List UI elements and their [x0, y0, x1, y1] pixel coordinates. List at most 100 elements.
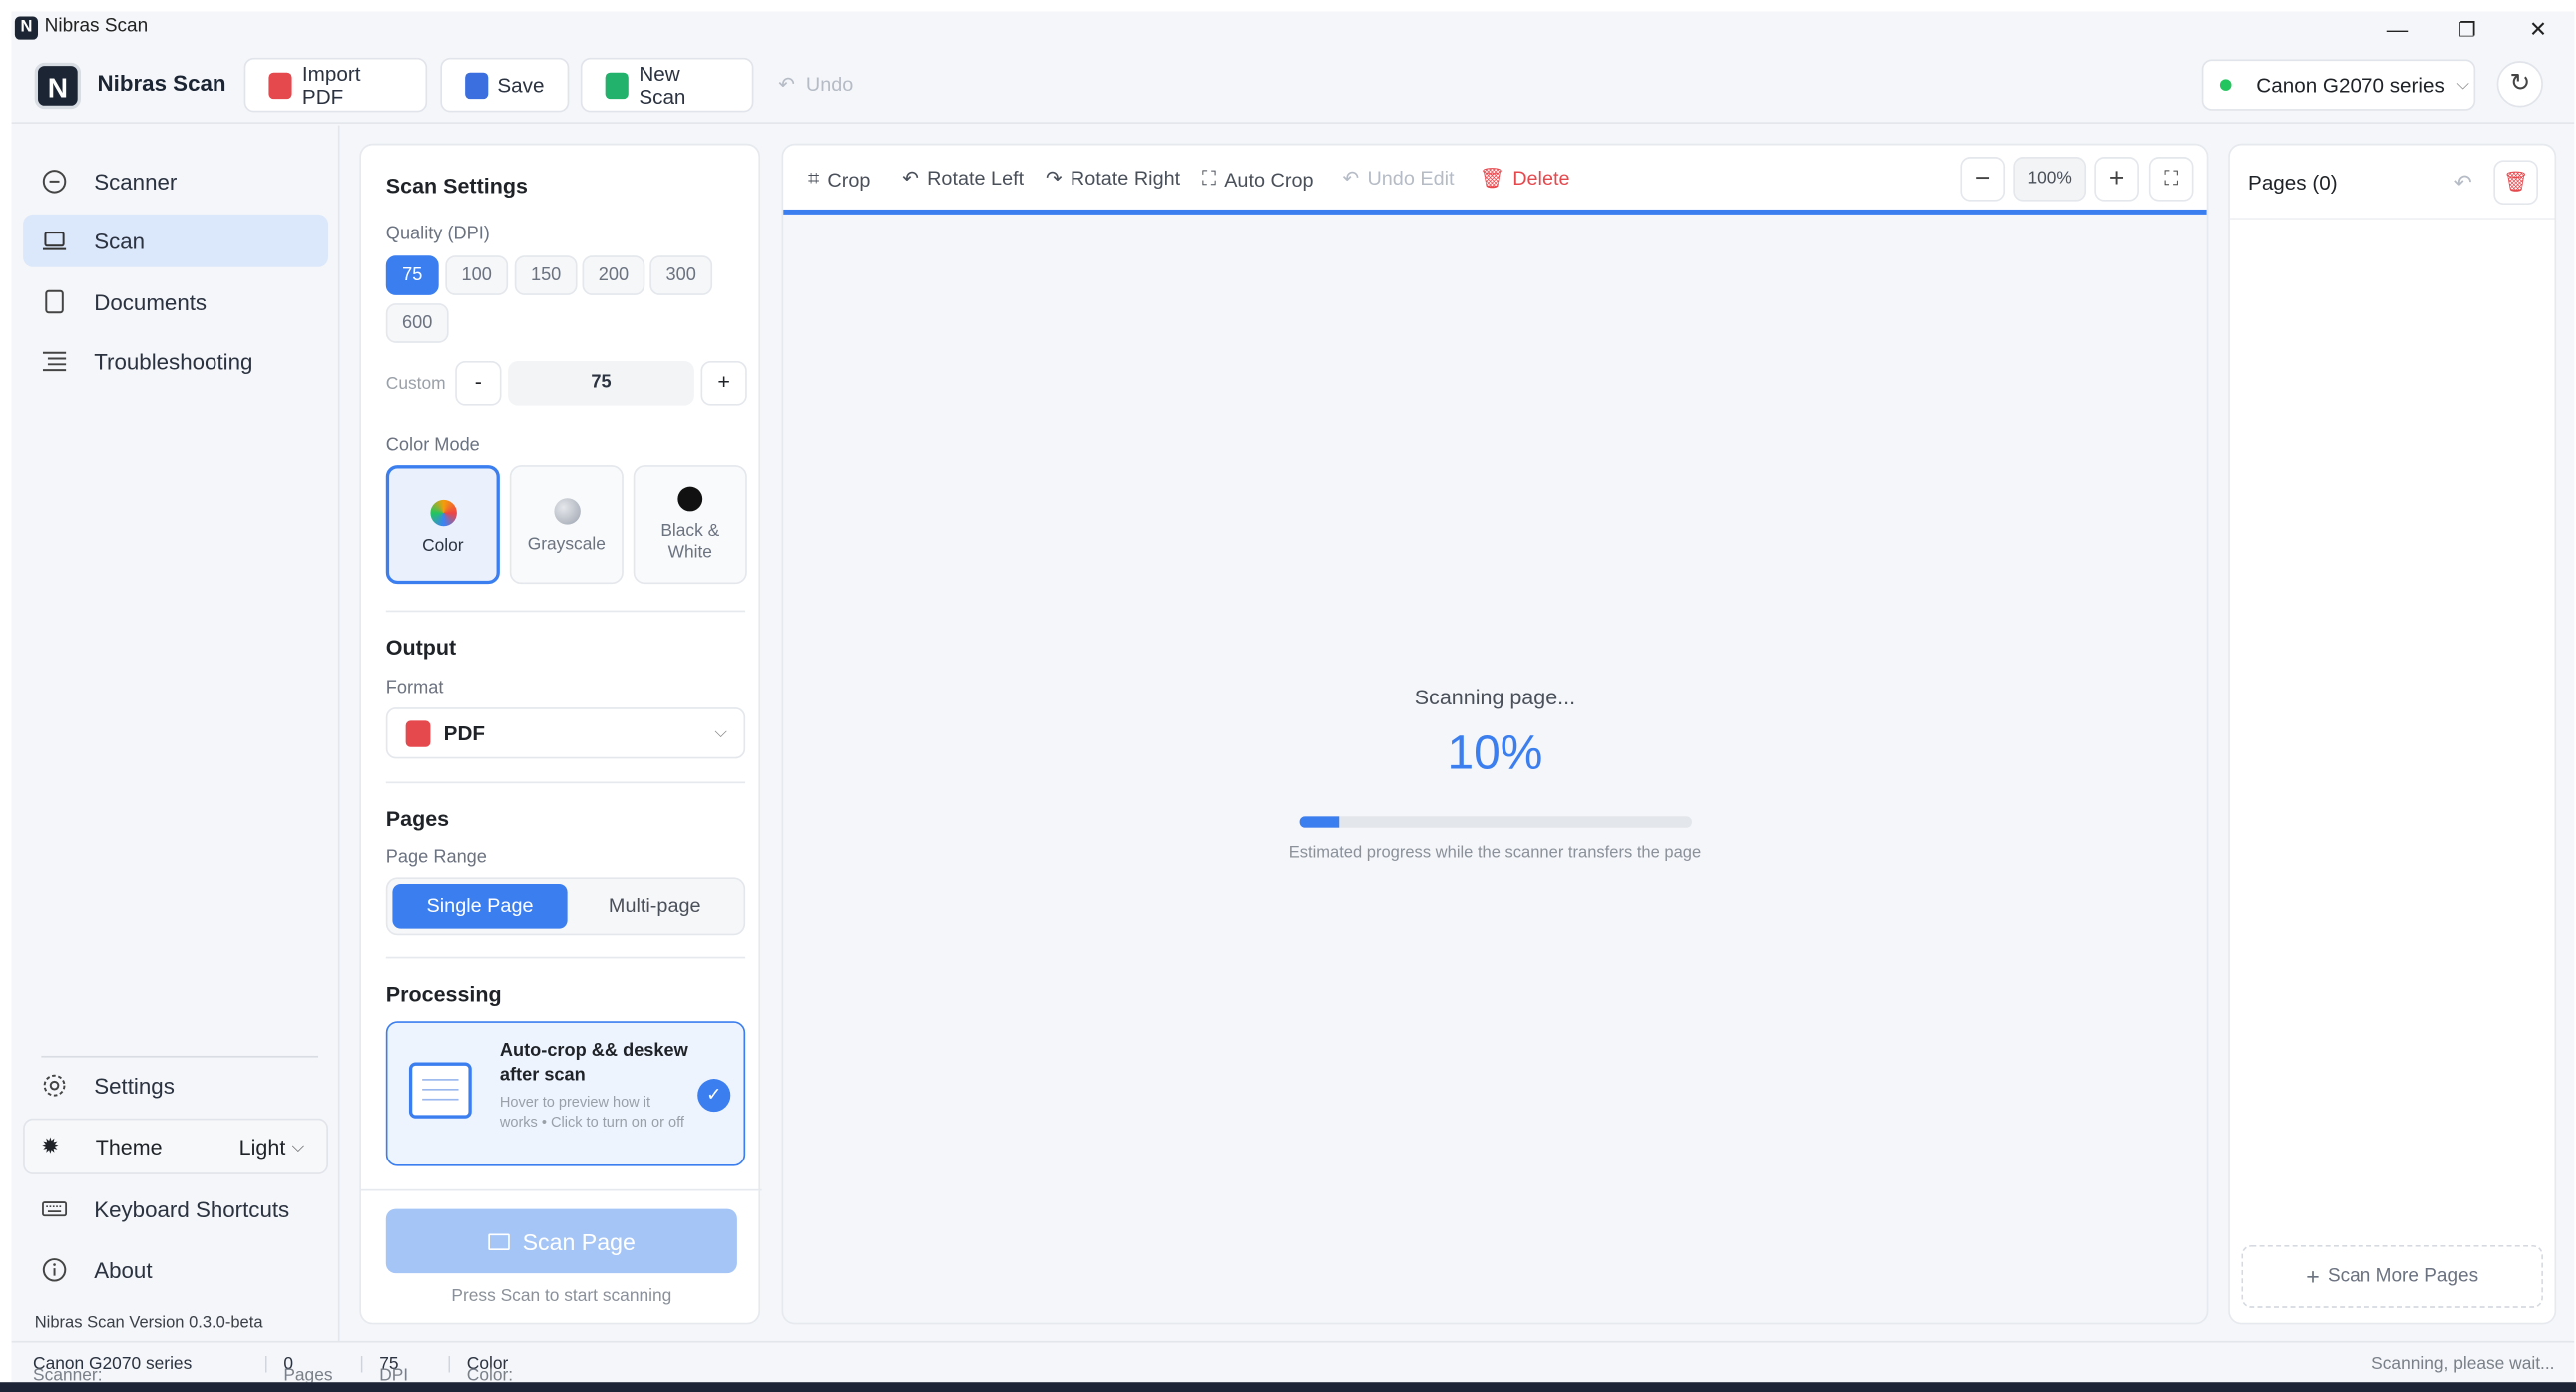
- new-scan-button[interactable]: New Scan: [580, 57, 754, 113]
- section-divider: [385, 956, 746, 959]
- grayscale-swatch-icon: [553, 498, 581, 525]
- status-pages-label: Pages: [283, 1365, 333, 1383]
- sidebar-item-scanner[interactable]: Scanner: [23, 155, 328, 208]
- sidebar-item-label: Scanner: [94, 169, 178, 195]
- delete-tool[interactable]: 🗑 Delete: [1480, 167, 1570, 190]
- custom-dpi-input[interactable]: 75: [508, 361, 694, 406]
- multi-page-option[interactable]: Multi-page: [568, 884, 742, 929]
- dpi-option-600[interactable]: 600: [385, 303, 449, 343]
- scan-hint: Press Scan to start scanning: [451, 1286, 672, 1307]
- page-range-toggle: Single Page Multi-page: [385, 877, 746, 936]
- refresh-button[interactable]: ↻: [2496, 61, 2543, 108]
- save-button[interactable]: Save: [440, 57, 570, 113]
- undo-page-button[interactable]: ↶: [2440, 160, 2485, 205]
- undo-icon: ↶: [1342, 166, 1360, 191]
- dpi-increment-button[interactable]: +: [700, 361, 747, 406]
- restore-button[interactable]: ❐: [2450, 15, 2483, 45]
- auto-crop-icon: ⛶: [1202, 166, 1216, 191]
- sidebar-item-label: Scan: [94, 228, 146, 253]
- rotate-right-icon: ↷: [1046, 166, 1063, 191]
- status-separator: |: [263, 1354, 268, 1374]
- crop-icon: ⌗: [807, 166, 820, 191]
- page-range-label: Page Range: [385, 847, 487, 868]
- close-button[interactable]: ✕: [2521, 15, 2554, 45]
- pages-panel: Pages (0) ↶ 🗑 + Scan More Pages: [2228, 143, 2557, 1325]
- zoom-in-button[interactable]: +: [2094, 157, 2139, 202]
- sidebar-item-label: Keyboard Shortcuts: [94, 1196, 290, 1222]
- zoom-level[interactable]: 100%: [2013, 157, 2087, 202]
- delete-label: Delete: [1512, 166, 1570, 191]
- color-mode-black-white[interactable]: Black & White: [633, 465, 747, 585]
- scanner-status-dot: [2219, 79, 2232, 91]
- crop-tool[interactable]: ⌗ Crop: [808, 167, 870, 192]
- status-state: Scanning, please wait...: [2371, 1354, 2555, 1374]
- processing-title: Processing: [385, 981, 502, 1007]
- minus-icon: −: [1975, 165, 1991, 194]
- undo-button[interactable]: ↶ Undo: [778, 73, 853, 96]
- dpi-decrement-button[interactable]: -: [455, 361, 502, 406]
- section-divider: [385, 781, 746, 784]
- single-page-option[interactable]: Single Page: [392, 884, 568, 929]
- import-pdf-button[interactable]: Import PDF: [243, 57, 428, 113]
- toolbar: N Nibras Scan Import PDF Save New Scan ↶…: [11, 47, 2575, 124]
- sidebar-item-label: About: [94, 1257, 153, 1283]
- pages-divider: [2229, 218, 2555, 220]
- pages-title: Pages: [385, 806, 450, 832]
- trash-icon: 🗑: [1479, 166, 1504, 191]
- zoom-out-button[interactable]: −: [1960, 157, 2006, 202]
- app-icon: N: [14, 16, 39, 40]
- sidebar-item-about[interactable]: About: [23, 1243, 328, 1296]
- sidebar-item-documents[interactable]: Documents: [23, 275, 328, 328]
- format-select[interactable]: PDF ⌵: [385, 707, 746, 759]
- color-mode-label-text: Grayscale: [527, 534, 606, 555]
- gear-icon: [43, 1074, 66, 1097]
- rotate-right-tool[interactable]: ↷ Rotate Right: [1046, 167, 1180, 190]
- chevron-down-icon: ⌵: [2456, 76, 2469, 95]
- delete-all-pages-button[interactable]: 🗑: [2493, 160, 2538, 205]
- undo-edit-tool[interactable]: ↶ Undo Edit: [1343, 167, 1455, 190]
- progress-bar-fill: [1299, 816, 1339, 828]
- status-color-label: Color:: [466, 1365, 514, 1383]
- status-pages: Pages 0: [283, 1354, 332, 1382]
- color-mode-grayscale[interactable]: Grayscale: [509, 465, 624, 585]
- rotate-left-tool[interactable]: ↶ Rotate Left: [902, 167, 1024, 190]
- refresh-icon: ↻: [2509, 69, 2531, 98]
- status-separator: |: [446, 1354, 452, 1374]
- save-label: Save: [497, 73, 545, 97]
- custom-dpi-label: Custom: [385, 374, 446, 395]
- scan-settings-title: Scan Settings: [385, 173, 528, 199]
- new-scan-label: New Scan: [639, 61, 686, 109]
- scan-settings-panel: Scan Settings Quality (DPI) 75 100 150 2…: [359, 143, 762, 1325]
- dpi-option-300[interactable]: 300: [649, 255, 713, 295]
- scanner-select[interactable]: Canon G2070 series ⌵: [2201, 59, 2476, 111]
- preview-panel: ⌗ Crop ↶ Rotate Left ↷ Rotate Right ⛶ Auto C…: [781, 143, 2209, 1325]
- sidebar-item-settings[interactable]: Settings: [23, 1059, 328, 1112]
- progress-percent: 10%: [1447, 726, 1543, 780]
- sidebar-item-label: Troubleshooting: [94, 348, 253, 374]
- autocrop-toggle-card[interactable]: Auto-crop && deskew after scan Hover to …: [385, 1021, 746, 1166]
- sidebar-item-label: Settings: [94, 1073, 175, 1099]
- minimize-button[interactable]: —: [2381, 15, 2414, 45]
- trash-icon: 🗑: [2503, 170, 2529, 194]
- theme-select[interactable]: ✹ Theme Light ⌵: [23, 1118, 328, 1174]
- output-title: Output: [385, 635, 457, 661]
- dpi-option-200[interactable]: 200: [582, 255, 645, 295]
- dpi-option-100[interactable]: 100: [445, 255, 509, 295]
- title-bar: N Nibras Scan — ❐ ✕: [11, 11, 2575, 48]
- plus-icon: +: [2108, 165, 2125, 194]
- version-text: Nibras Scan Version 0.3.0-beta: [34, 1314, 263, 1333]
- sidebar-item-keyboard-shortcuts[interactable]: Keyboard Shortcuts: [23, 1182, 328, 1235]
- scan-more-pages-button[interactable]: + Scan More Pages: [2241, 1245, 2543, 1308]
- scan-page-button[interactable]: Scan Page: [385, 1208, 737, 1274]
- color-mode-color[interactable]: Color: [385, 465, 500, 585]
- save-icon: [465, 71, 488, 99]
- sidebar-item-troubleshooting[interactable]: Troubleshooting: [23, 335, 328, 388]
- app-window: N Nibras Scan — ❐ ✕ N Nibras Scan Import…: [11, 11, 2575, 1383]
- dpi-option-150[interactable]: 150: [514, 255, 578, 295]
- sidebar-item-scan[interactable]: Scan: [23, 214, 328, 267]
- edit-toolbar: ⌗ Crop ↶ Rotate Left ↷ Rotate Right ⛶ Auto C…: [783, 145, 2207, 215]
- fit-to-screen-button[interactable]: ⛶: [2148, 157, 2194, 202]
- auto-crop-tool[interactable]: ⛶ Auto Crop: [1202, 167, 1313, 192]
- dpi-option-75[interactable]: 75: [385, 255, 439, 295]
- window-title: Nibras Scan: [44, 16, 149, 37]
